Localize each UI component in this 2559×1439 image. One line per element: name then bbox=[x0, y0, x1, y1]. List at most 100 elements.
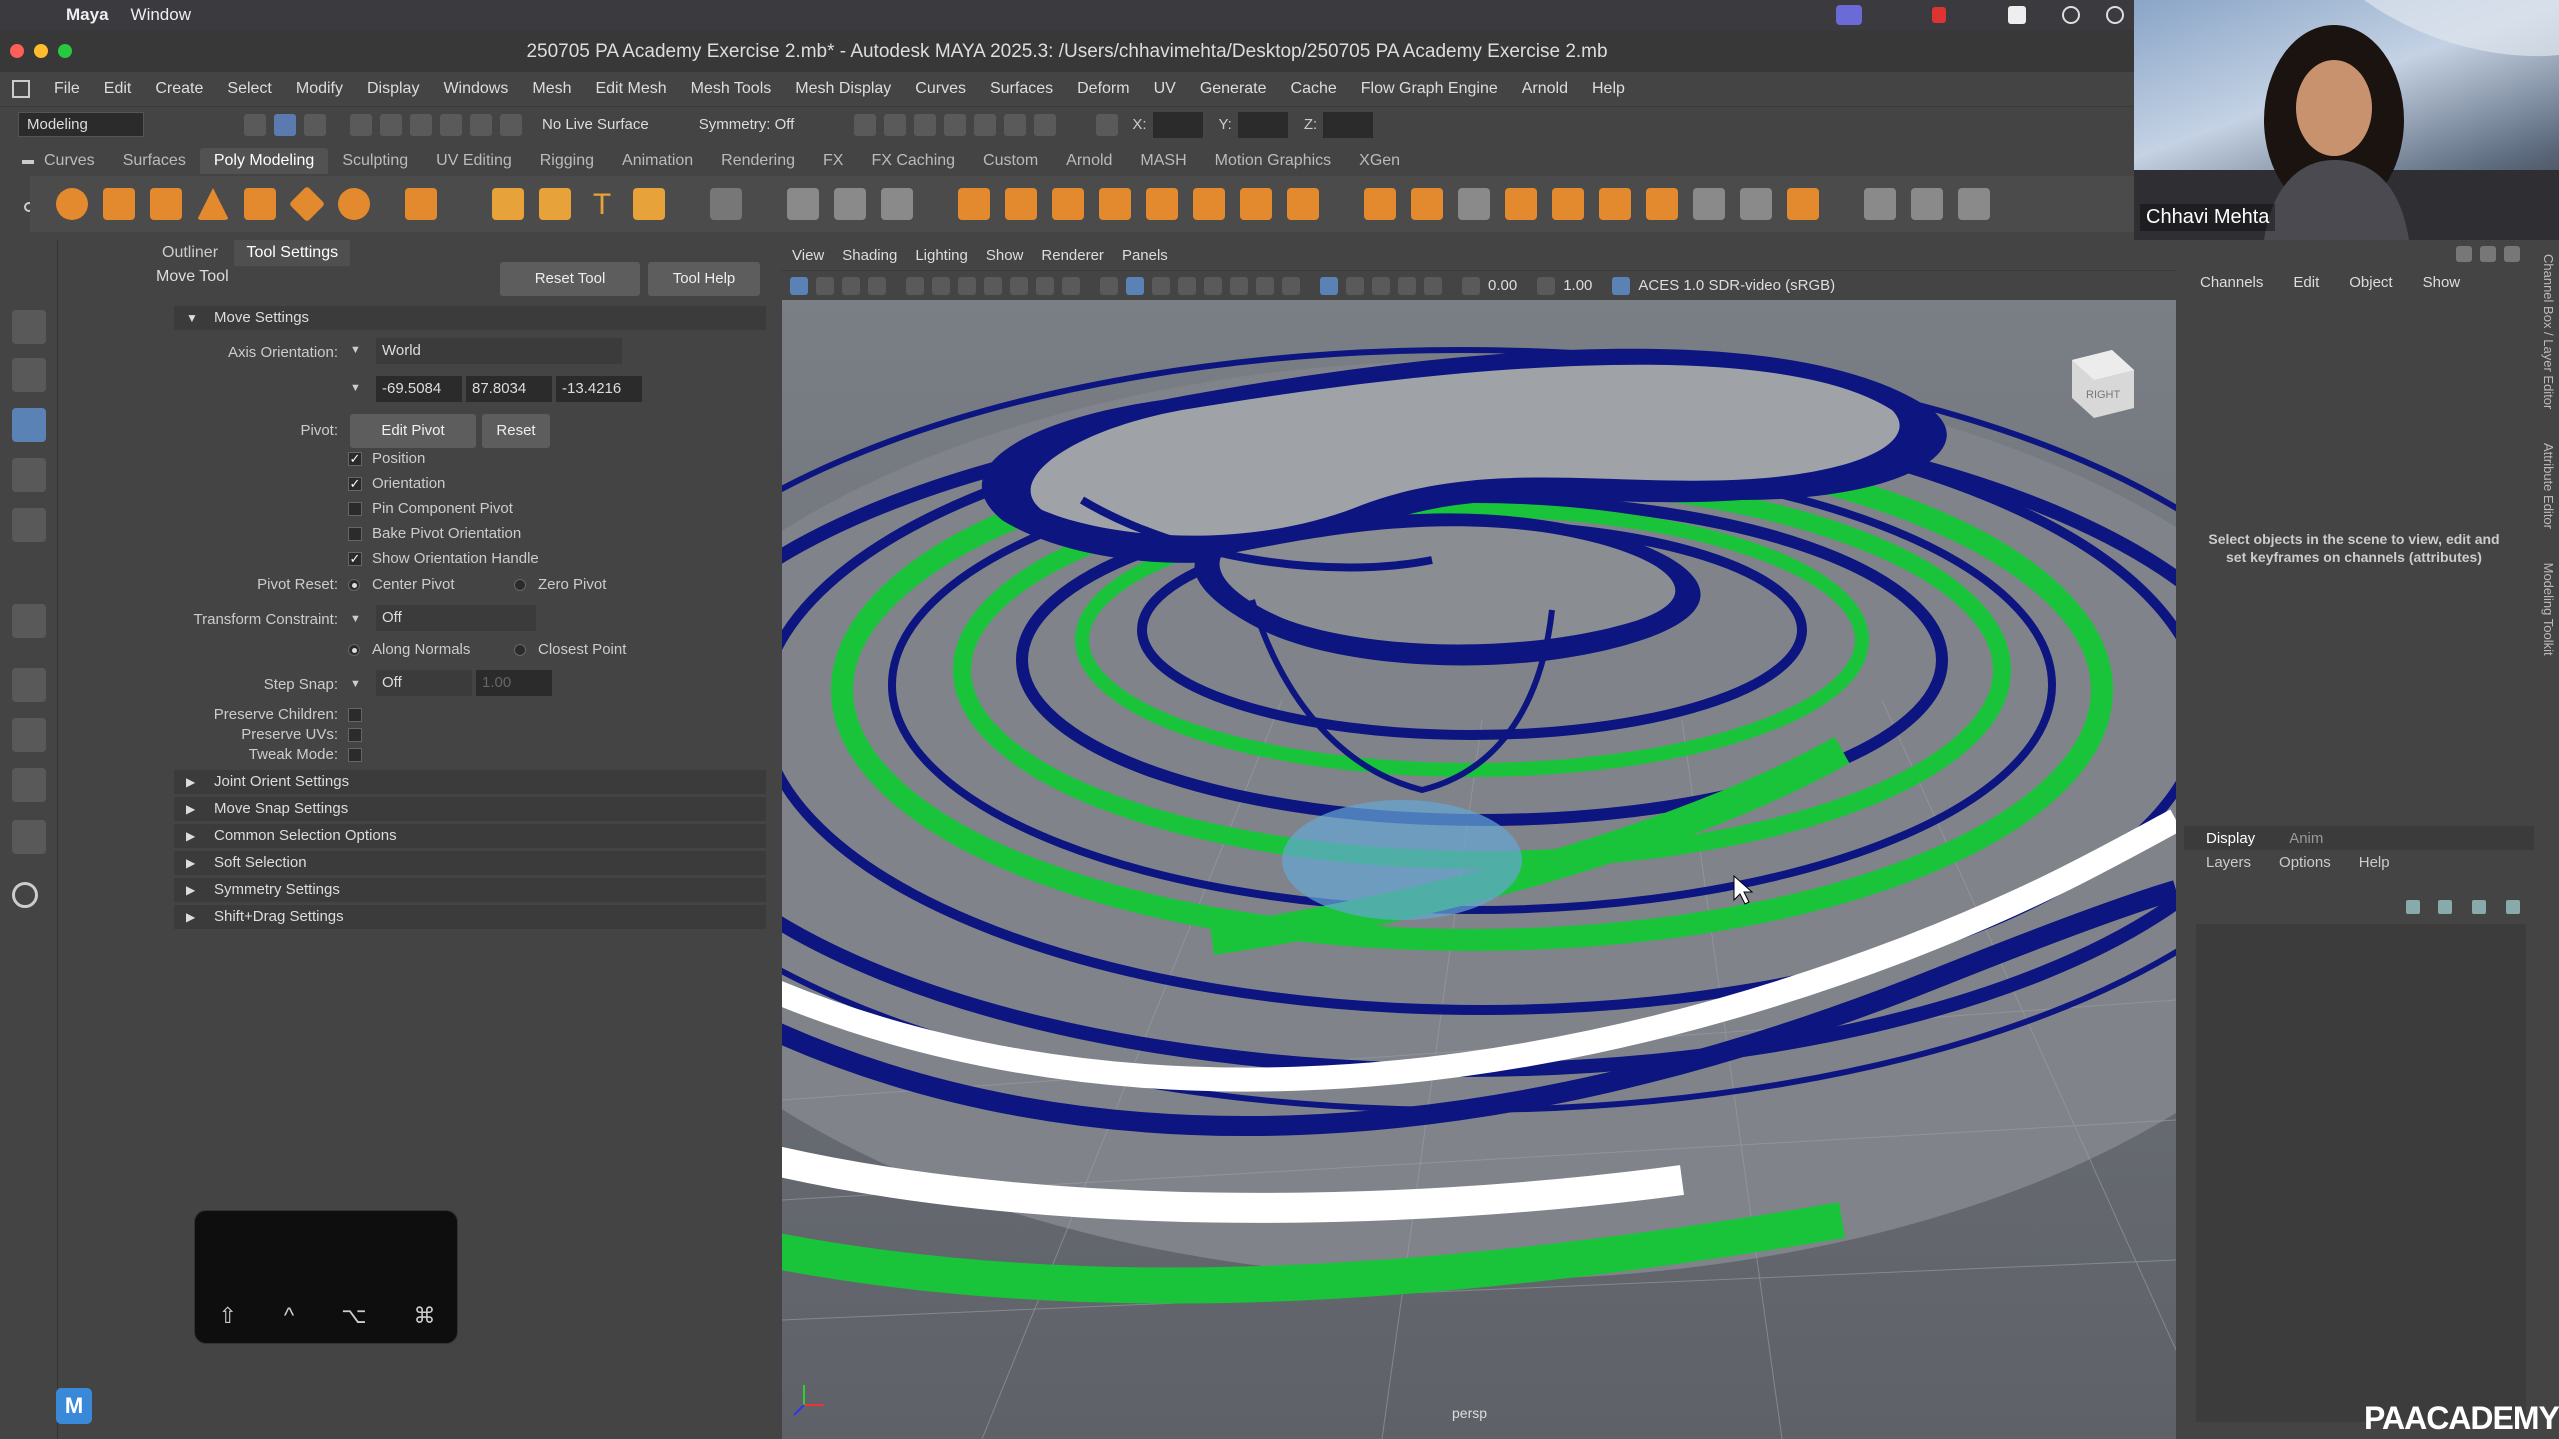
symmetry-settings-section[interactable]: ▶ Symmetry Settings bbox=[174, 878, 766, 902]
select-camera-icon[interactable] bbox=[790, 276, 808, 295]
settings-icon[interactable] bbox=[2062, 6, 2080, 24]
shelf-tab-fx[interactable]: FX bbox=[809, 148, 857, 174]
render-settings-icon[interactable] bbox=[944, 113, 967, 136]
edit-shelf-icon[interactable] bbox=[1958, 188, 1990, 220]
append-polygon-icon[interactable] bbox=[1240, 188, 1272, 220]
render-view-icon[interactable] bbox=[1004, 113, 1027, 136]
bevel-icon[interactable] bbox=[1146, 188, 1178, 220]
use-lights-icon[interactable] bbox=[1256, 276, 1274, 295]
center-pivot-radio[interactable] bbox=[348, 579, 360, 591]
shelf-tab-surfaces[interactable]: Surfaces bbox=[109, 148, 200, 174]
ambient-occlusion-icon[interactable] bbox=[1320, 276, 1338, 295]
tab-outliner[interactable]: Outliner bbox=[150, 240, 230, 266]
select-component-icon[interactable] bbox=[304, 113, 326, 136]
soft-selection-section[interactable]: ▶ Soft Selection bbox=[174, 851, 766, 875]
menu-help[interactable]: Help bbox=[1592, 80, 1625, 98]
fill-hole-icon[interactable] bbox=[1193, 188, 1225, 220]
combine-icon[interactable] bbox=[787, 188, 819, 220]
script-editor-icon[interactable] bbox=[12, 820, 46, 854]
render-sequence-icon[interactable] bbox=[884, 113, 907, 136]
sweep-mesh-icon[interactable] bbox=[539, 188, 571, 220]
orientation-checkbox[interactable]: ✓ bbox=[348, 477, 362, 491]
menu-arnold[interactable]: Arnold bbox=[1522, 80, 1568, 98]
viewport-menu-view[interactable]: View bbox=[792, 247, 824, 264]
paint-weights-icon[interactable] bbox=[1911, 188, 1943, 220]
poly-sphere-icon[interactable] bbox=[56, 188, 88, 220]
multi-cut-icon[interactable] bbox=[1364, 188, 1396, 220]
new-layer-selected-icon[interactable] bbox=[2506, 900, 2520, 914]
hypershade-icon[interactable] bbox=[974, 113, 997, 136]
move-snap-settings-section[interactable]: ▶ Move Snap Settings bbox=[174, 797, 766, 821]
menu-windows[interactable]: Windows bbox=[443, 80, 508, 98]
motion-blur-icon[interactable] bbox=[1346, 276, 1364, 295]
step-snap-value[interactable]: 1.00 bbox=[476, 670, 552, 696]
shelf-tab-curves[interactable]: Curves bbox=[30, 148, 109, 174]
gamma-value[interactable]: 1.00 bbox=[1563, 277, 1592, 294]
exposure-icon[interactable] bbox=[1462, 276, 1480, 295]
joint-orient-settings-section[interactable]: ▶ Joint Orient Settings bbox=[174, 770, 766, 794]
menu-display[interactable]: Display bbox=[367, 80, 419, 98]
channel-show-menu[interactable]: Show bbox=[2423, 274, 2461, 291]
shelf-tab-arnold[interactable]: Arnold bbox=[1052, 148, 1126, 174]
layer-list[interactable] bbox=[2196, 924, 2526, 1422]
separate-icon[interactable] bbox=[834, 188, 866, 220]
isolate-select-icon[interactable] bbox=[1424, 276, 1442, 295]
outliner-layout-icon[interactable] bbox=[12, 768, 46, 802]
shelf-tab-fx-caching[interactable]: FX Caching bbox=[857, 148, 969, 174]
menu-generate[interactable]: Generate bbox=[1200, 80, 1267, 98]
side-tab-channel-box[interactable]: Channel Box / Layer Editor bbox=[2541, 254, 2556, 409]
gamma-icon[interactable] bbox=[1537, 276, 1556, 295]
color-management-icon[interactable] bbox=[1612, 276, 1631, 295]
wireframe-on-shaded-icon[interactable] bbox=[1178, 276, 1196, 295]
transform-constraint-select[interactable]: Off bbox=[376, 605, 536, 631]
poly-torus-icon[interactable] bbox=[244, 188, 276, 220]
menu-create[interactable]: Create bbox=[155, 80, 203, 98]
safe-title-icon[interactable] bbox=[1062, 276, 1080, 295]
super-shape-icon[interactable] bbox=[492, 188, 524, 220]
closest-point-radio[interactable] bbox=[514, 644, 526, 656]
lasso-tool-icon[interactable] bbox=[12, 310, 46, 344]
snap-curve-icon[interactable] bbox=[380, 113, 402, 136]
reset-tool-button[interactable]: Reset Tool bbox=[500, 262, 640, 296]
menu-deform[interactable]: Deform bbox=[1077, 80, 1129, 98]
resolution-gate-icon[interactable] bbox=[958, 276, 976, 295]
offset-edge-icon[interactable] bbox=[1458, 188, 1490, 220]
layer-move-up-icon[interactable] bbox=[2406, 900, 2420, 914]
layer-tab-display[interactable]: Display bbox=[2206, 830, 2255, 847]
shelf-tab-rendering[interactable]: Rendering bbox=[707, 148, 809, 174]
bookmark-icon[interactable] bbox=[842, 276, 860, 295]
select-hierarchy-icon[interactable] bbox=[244, 113, 266, 136]
xray-joints-icon[interactable] bbox=[1230, 276, 1248, 295]
viewport-menu-renderer[interactable]: Renderer bbox=[1041, 247, 1104, 264]
search-icon[interactable] bbox=[12, 882, 38, 908]
snap-surface-icon[interactable] bbox=[470, 113, 492, 136]
shelf-tab-rigging[interactable]: Rigging bbox=[526, 148, 608, 174]
extrude-icon[interactable] bbox=[1099, 188, 1131, 220]
shelf-tab-motion-graphics[interactable]: Motion Graphics bbox=[1201, 148, 1346, 174]
menu-curves[interactable]: Curves bbox=[915, 80, 966, 98]
poly-cylinder-icon[interactable] bbox=[150, 188, 182, 220]
side-tab-modeling-toolkit[interactable]: Modeling Toolkit bbox=[2541, 563, 2556, 656]
merge-icon[interactable] bbox=[1287, 188, 1319, 220]
four-view-layout-icon[interactable] bbox=[12, 668, 46, 702]
wireframe-icon[interactable] bbox=[1100, 276, 1118, 295]
layer-tab-anim[interactable]: Anim bbox=[2289, 830, 2323, 847]
default-material-icon[interactable] bbox=[1152, 276, 1170, 295]
type-tool-icon[interactable]: T bbox=[586, 188, 618, 221]
along-normals-radio[interactable] bbox=[348, 644, 360, 656]
pin-component-pivot-checkbox[interactable] bbox=[348, 502, 362, 516]
menu-mesh-tools[interactable]: Mesh Tools bbox=[691, 80, 772, 98]
field-chart-icon[interactable] bbox=[1010, 276, 1028, 295]
viewport-menu-lighting[interactable]: Lighting bbox=[915, 247, 968, 264]
scene-render[interactable]: RIGHT persp bbox=[782, 300, 2176, 1439]
svg-tool-icon[interactable] bbox=[633, 188, 665, 220]
channel-edit-menu[interactable]: Edit bbox=[2293, 274, 2319, 291]
live-surface-label[interactable]: No Live Surface bbox=[542, 116, 649, 133]
screen-share-icon[interactable] bbox=[1836, 5, 1862, 25]
layer-options-menu[interactable]: Options bbox=[2279, 854, 2331, 871]
snap-point-icon[interactable] bbox=[410, 113, 432, 136]
shelf-tab-poly-modeling[interactable]: Poly Modeling bbox=[199, 148, 329, 174]
circularize-icon[interactable] bbox=[1740, 188, 1772, 220]
target-weld-icon[interactable] bbox=[1505, 188, 1537, 220]
mirror-icon[interactable] bbox=[1005, 188, 1037, 220]
